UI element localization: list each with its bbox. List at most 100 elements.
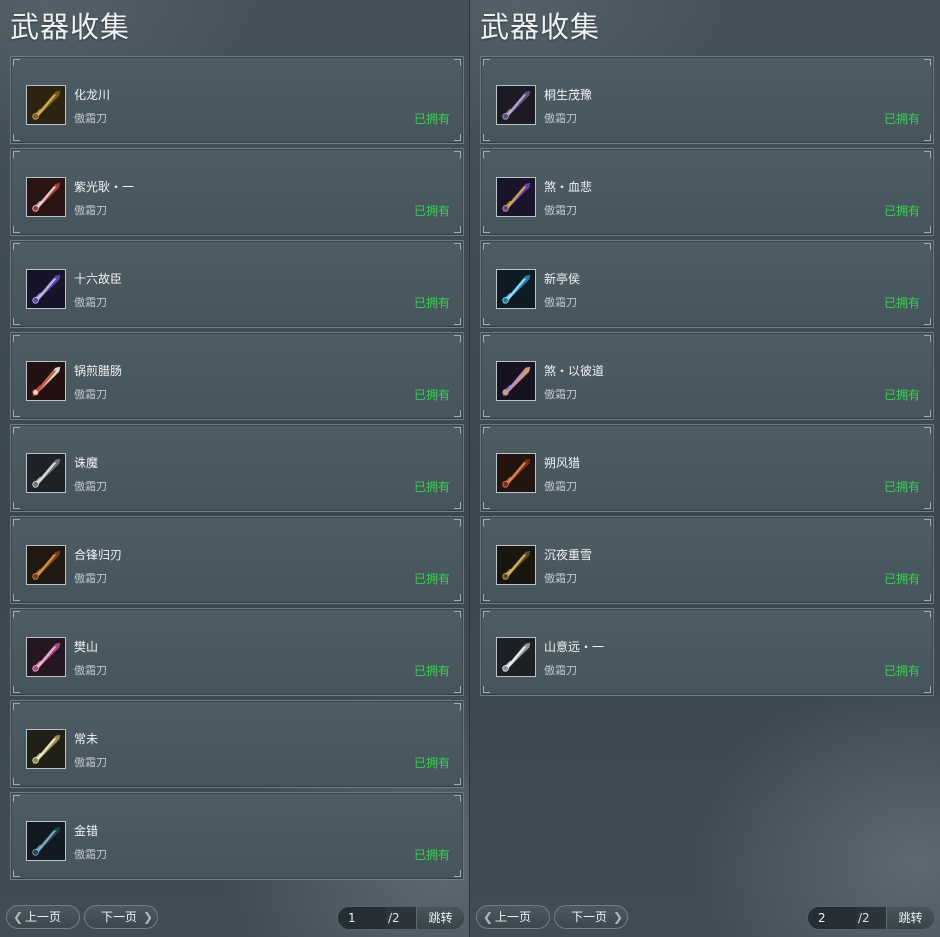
weapon-type: 傲霜刀 xyxy=(544,296,577,309)
weapon-name: 十六故臣 xyxy=(74,272,123,286)
weapon-type: 傲霜刀 xyxy=(544,572,577,585)
card-corner xyxy=(13,226,20,233)
owned-status: 已拥有 xyxy=(413,480,450,494)
card-corner xyxy=(454,410,461,417)
prev-page-label: 上一页 xyxy=(25,910,62,924)
card-corner xyxy=(454,502,461,509)
weapon-name: 金错 xyxy=(74,824,99,838)
owned-status: 已拥有 xyxy=(883,296,920,310)
page-number-input[interactable] xyxy=(808,907,856,929)
card-corner xyxy=(924,594,931,601)
card-corner xyxy=(13,59,20,66)
card-corner xyxy=(454,318,461,325)
owned-status: 已拥有 xyxy=(413,756,450,770)
ice-blade-icon xyxy=(496,269,536,309)
card-corner xyxy=(13,151,20,158)
card-corner xyxy=(924,427,931,434)
card-corner xyxy=(454,594,461,601)
card-corner xyxy=(13,686,20,693)
next-page-button[interactable]: 下一页 ❯ xyxy=(84,905,158,929)
weapon-card[interactable]: 山意远・一 傲霜刀 已拥有 xyxy=(480,608,934,696)
weapon-type: 傲霜刀 xyxy=(74,664,107,677)
card-corner xyxy=(924,243,931,250)
card-corner xyxy=(483,226,490,233)
next-page-button[interactable]: 下一页 ❯ xyxy=(554,905,628,929)
weapon-card[interactable]: 诛魔 傲霜刀 已拥有 xyxy=(10,424,464,512)
prev-page-label: 上一页 xyxy=(495,910,532,924)
owned-status: 已拥有 xyxy=(883,112,920,126)
weapon-type: 傲霜刀 xyxy=(544,388,577,401)
card-corner xyxy=(13,502,20,509)
prev-page-button[interactable]: ❮ 上一页 xyxy=(6,905,80,929)
card-corner xyxy=(454,686,461,693)
card-corner xyxy=(483,427,490,434)
weapon-card[interactable]: 朔风猎 傲霜刀 已拥有 xyxy=(480,424,934,512)
card-corner xyxy=(924,318,931,325)
card-corner xyxy=(454,611,461,618)
pager: ❮ 上一页 下一页 ❯ /2 跳转 xyxy=(0,905,470,931)
weapon-name: 新亭侯 xyxy=(544,272,581,286)
card-corner xyxy=(13,795,20,802)
weapon-card[interactable]: 十六故臣 傲霜刀 已拥有 xyxy=(10,240,464,328)
owned-status: 已拥有 xyxy=(883,388,920,402)
weapon-name: 化龙川 xyxy=(74,88,111,102)
card-corner xyxy=(454,519,461,526)
card-corner xyxy=(454,427,461,434)
weapon-name: 常未 xyxy=(74,732,99,746)
weapon-card[interactable]: 紫光耿・一 傲霜刀 已拥有 xyxy=(10,148,464,236)
owned-status: 已拥有 xyxy=(413,664,450,678)
card-corner xyxy=(13,318,20,325)
gold-blade-icon xyxy=(26,85,66,125)
card-corner xyxy=(924,519,931,526)
chevron-right-icon: ❯ xyxy=(143,910,154,924)
weapon-name: 朔风猎 xyxy=(544,456,581,470)
weapon-card[interactable]: 煞・血悲 傲霜刀 已拥有 xyxy=(480,148,934,236)
jump-button[interactable]: 跳转 xyxy=(886,907,934,929)
owned-status: 已拥有 xyxy=(883,204,920,218)
weapon-name: 煞・血悲 xyxy=(544,180,593,194)
page-jump-group: /2 跳转 xyxy=(807,906,935,930)
weapon-name: 锅煎腊肠 xyxy=(74,364,123,378)
card-corner xyxy=(454,703,461,710)
rust-blade-icon xyxy=(496,453,536,493)
weapon-card[interactable]: 桐生茂豫 傲霜刀 已拥有 xyxy=(480,56,934,144)
weapon-type: 傲霜刀 xyxy=(544,112,577,125)
weapon-card[interactable]: 常未 傲霜刀 已拥有 xyxy=(10,700,464,788)
panel-title: 武器收集 xyxy=(10,10,131,44)
weapon-card[interactable]: 化龙川 傲霜刀 已拥有 xyxy=(10,56,464,144)
card-corner xyxy=(454,335,461,342)
spiral-blade-icon xyxy=(496,545,536,585)
card-corner xyxy=(924,335,931,342)
weapon-type: 傲霜刀 xyxy=(544,204,577,217)
weapon-type: 傲霜刀 xyxy=(74,204,107,217)
owned-status: 已拥有 xyxy=(413,388,450,402)
weapon-type: 傲霜刀 xyxy=(544,480,577,493)
card-corner xyxy=(924,611,931,618)
card-corner xyxy=(13,410,20,417)
collection-panel-left: 武器收集 化龙川 傲霜刀 已拥有 紫光耿・一 傲霜刀 已拥有 十六故臣 傲霜刀 … xyxy=(0,0,470,937)
prev-page-button[interactable]: ❮ 上一页 xyxy=(476,905,550,929)
card-corner xyxy=(13,427,20,434)
card-corner xyxy=(13,703,20,710)
weapon-name: 煞・以彼道 xyxy=(544,364,605,378)
weapon-card[interactable]: 煞・以彼道 傲霜刀 已拥有 xyxy=(480,332,934,420)
card-corner xyxy=(483,502,490,509)
page-number-input[interactable] xyxy=(338,907,386,929)
weapon-card[interactable]: 合锋归刃 傲霜刀 已拥有 xyxy=(10,516,464,604)
card-corner xyxy=(454,134,461,141)
weapon-card[interactable]: 樊山 傲霜刀 已拥有 xyxy=(10,608,464,696)
weapon-card[interactable]: 金错 傲霜刀 已拥有 xyxy=(10,792,464,880)
weapon-card[interactable]: 沉夜重雪 傲霜刀 已拥有 xyxy=(480,516,934,604)
card-corner xyxy=(924,686,931,693)
card-corner xyxy=(483,686,490,693)
purple-gold-blade-icon xyxy=(496,177,536,217)
card-corner xyxy=(454,59,461,66)
owned-status: 已拥有 xyxy=(413,572,450,586)
card-corner xyxy=(924,502,931,509)
card-corner xyxy=(454,795,461,802)
jump-button[interactable]: 跳转 xyxy=(416,907,464,929)
card-corner xyxy=(483,611,490,618)
weapon-card[interactable]: 新亭侯 傲霜刀 已拥有 xyxy=(480,240,934,328)
card-corner xyxy=(13,335,20,342)
weapon-card[interactable]: 锅煎腊肠 傲霜刀 已拥有 xyxy=(10,332,464,420)
